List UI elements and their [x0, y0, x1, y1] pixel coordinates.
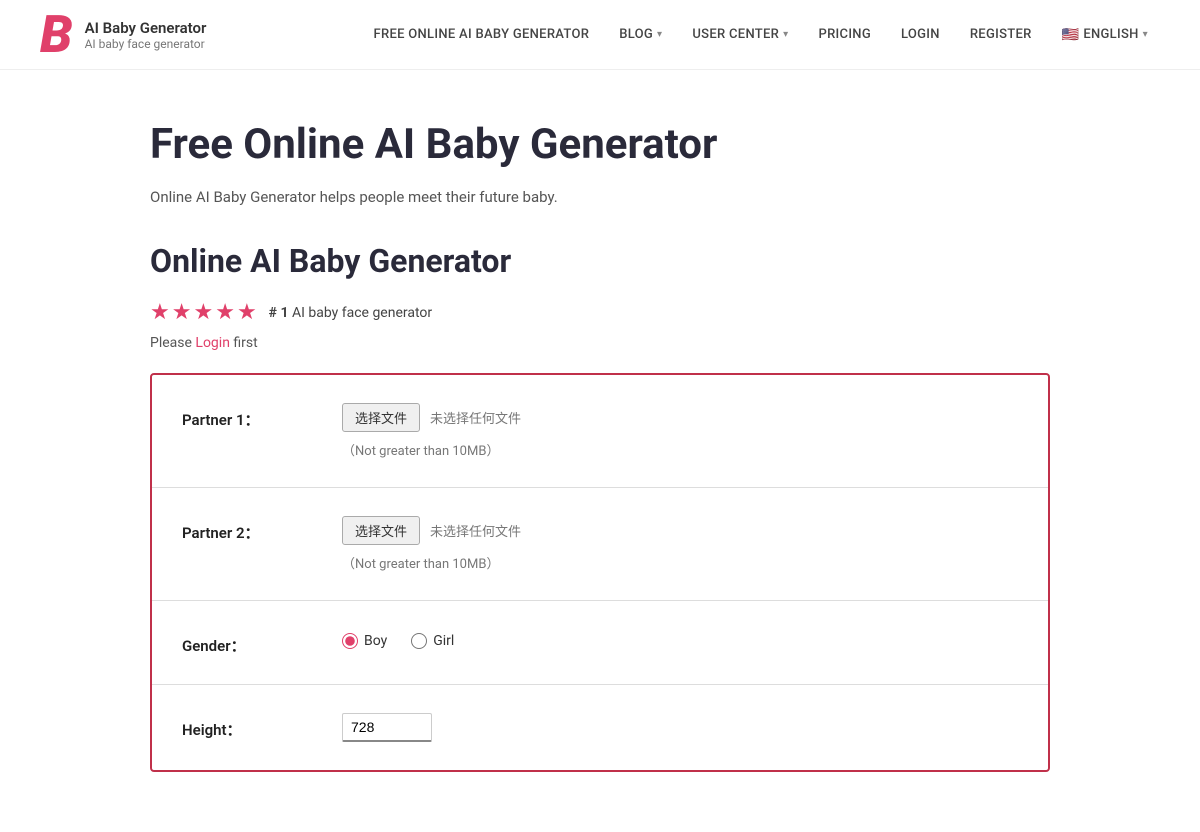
- gender-control: Boy Girl: [342, 629, 1018, 649]
- height-control: [342, 713, 1018, 742]
- partner1-file-input-row: 选择文件 未选择任何文件: [342, 403, 1018, 432]
- page-subtitle: Online AI Baby Generator helps people me…: [150, 188, 1050, 206]
- partner2-file-input-row: 选择文件 未选择任何文件: [342, 516, 1018, 545]
- height-row: Height：: [152, 685, 1048, 770]
- partner1-file-button[interactable]: 选择文件: [342, 403, 420, 432]
- nav-item-blog: BLOG ▾: [607, 19, 674, 50]
- user-center-dropdown-caret: ▾: [783, 29, 788, 40]
- partner1-label: Partner 1：: [182, 403, 342, 430]
- login-link[interactable]: Login: [195, 335, 230, 351]
- nav-item-pricing: PRICING: [806, 19, 883, 50]
- nav-link-blog[interactable]: BLOG ▾: [607, 19, 674, 50]
- page-title: Free Online AI Baby Generator: [150, 120, 1050, 170]
- brand-title: AI Baby Generator: [85, 19, 207, 37]
- nav-link-language[interactable]: 🇺🇸 ENGLISH ▾: [1050, 19, 1160, 51]
- brand-logo-letter: B: [40, 9, 73, 61]
- gender-boy-radio[interactable]: [342, 633, 358, 649]
- gender-row: Gender： Boy Girl: [152, 601, 1048, 685]
- gender-girl-label: Girl: [433, 633, 454, 649]
- nav-link-user-center[interactable]: USER CENTER ▾: [680, 19, 800, 50]
- gender-boy-option[interactable]: Boy: [342, 633, 387, 649]
- rank-description: AI baby face generator: [292, 305, 432, 321]
- section-title: Online AI Baby Generator: [150, 242, 1050, 280]
- flag-icon: 🇺🇸: [1062, 27, 1080, 43]
- nav-item-language: 🇺🇸 ENGLISH ▾: [1050, 19, 1160, 51]
- rating-row: ★ ★ ★ ★ ★ # 1 AI baby face generator: [150, 300, 1050, 325]
- partner1-file-hint: （Not greater than 10MB）: [342, 440, 1018, 459]
- brand-text-block: AI Baby Generator AI baby face generator: [85, 19, 207, 51]
- nav-menu: FREE ONLINE AI BABY GENERATOR BLOG ▾ USE…: [362, 19, 1160, 51]
- gender-girl-radio[interactable]: [411, 633, 427, 649]
- gender-radio-group: Boy Girl: [342, 629, 1018, 649]
- nav-link-generator[interactable]: FREE ONLINE AI BABY GENERATOR: [362, 19, 602, 50]
- star-3: ★: [193, 300, 213, 325]
- star-5: ★: [237, 300, 257, 325]
- blog-dropdown-caret: ▾: [657, 29, 662, 40]
- star-2: ★: [172, 300, 192, 325]
- brand-subtitle: AI baby face generator: [85, 37, 207, 51]
- partner1-row: Partner 1： 选择文件 未选择任何文件 （Not greater tha…: [152, 375, 1048, 488]
- partner2-row: Partner 2： 选择文件 未选择任何文件 （Not greater tha…: [152, 488, 1048, 601]
- baby-generator-form: Partner 1： 选择文件 未选择任何文件 （Not greater tha…: [150, 373, 1050, 772]
- login-notice: Please Login first: [150, 335, 1050, 351]
- height-input[interactable]: [342, 713, 432, 742]
- gender-boy-label: Boy: [364, 633, 387, 649]
- nav-item-user-center: USER CENTER ▾: [680, 19, 800, 50]
- rank-text: # 1 AI baby face generator: [269, 305, 432, 321]
- star-4: ★: [215, 300, 235, 325]
- navbar: B AI Baby Generator AI baby face generat…: [0, 0, 1200, 70]
- partner1-no-file: 未选择任何文件: [430, 408, 521, 427]
- partner2-control: 选择文件 未选择任何文件 （Not greater than 10MB）: [342, 516, 1018, 572]
- nav-link-register[interactable]: REGISTER: [958, 19, 1044, 50]
- partner2-no-file: 未选择任何文件: [430, 521, 521, 540]
- nav-item-register: REGISTER: [958, 19, 1044, 50]
- gender-girl-option[interactable]: Girl: [411, 633, 454, 649]
- stars: ★ ★ ★ ★ ★: [150, 300, 257, 325]
- partner2-label: Partner 2：: [182, 516, 342, 543]
- nav-link-pricing[interactable]: PRICING: [806, 19, 883, 50]
- height-label: Height：: [182, 713, 342, 740]
- partner2-file-hint: （Not greater than 10MB）: [342, 553, 1018, 572]
- rank-number: # 1: [269, 305, 289, 321]
- nav-item-login: LOGIN: [889, 19, 952, 50]
- main-content: Free Online AI Baby Generator Online AI …: [110, 70, 1090, 832]
- nav-link-login[interactable]: LOGIN: [889, 19, 952, 50]
- partner1-control: 选择文件 未选择任何文件 （Not greater than 10MB）: [342, 403, 1018, 459]
- nav-item-generator: FREE ONLINE AI BABY GENERATOR: [362, 19, 602, 50]
- gender-label: Gender：: [182, 629, 342, 656]
- star-1: ★: [150, 300, 170, 325]
- language-dropdown-caret: ▾: [1143, 29, 1148, 40]
- brand-logo-link[interactable]: B AI Baby Generator AI baby face generat…: [40, 9, 206, 61]
- partner2-file-button[interactable]: 选择文件: [342, 516, 420, 545]
